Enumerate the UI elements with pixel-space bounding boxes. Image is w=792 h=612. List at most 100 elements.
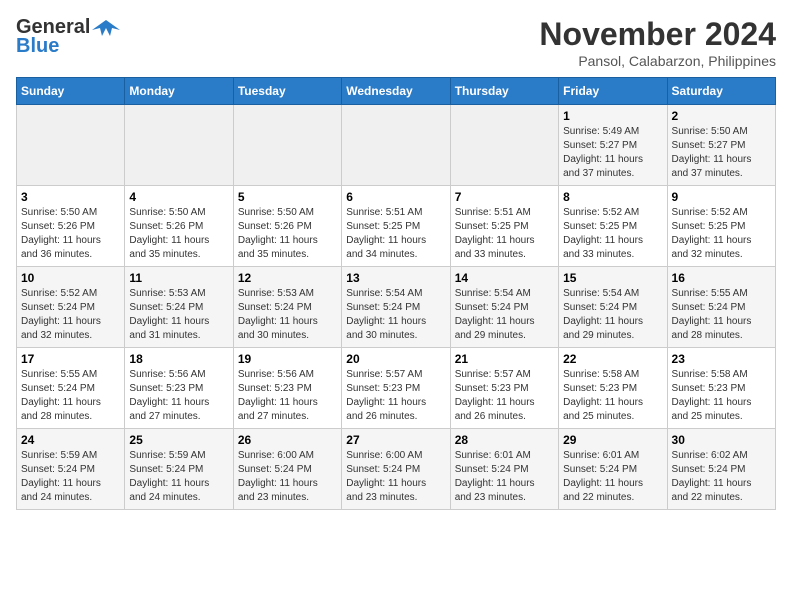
day-info: Sunrise: 5:54 AM Sunset: 5:24 PM Dayligh… (346, 287, 445, 343)
day-info: Sunrise: 5:59 AM Sunset: 5:24 PM Dayligh… (129, 449, 228, 505)
calendar-week-5: 24 Sunrise: 5:59 AM Sunset: 5:24 PM Dayli… (17, 429, 776, 510)
title-block: November 2024 Pansol, Calabarzon, Philip… (539, 16, 776, 69)
calendar-cell: 28 Sunrise: 6:01 AM Sunset: 5:24 PM Dayli… (450, 429, 558, 510)
calendar-header: SundayMondayTuesdayWednesdayThursdayFrid… (17, 78, 776, 105)
day-info: Sunrise: 5:55 AM Sunset: 5:24 PM Dayligh… (672, 287, 771, 343)
day-info: Sunrise: 5:52 AM Sunset: 5:24 PM Dayligh… (21, 287, 120, 343)
day-info: Sunrise: 5:57 AM Sunset: 5:23 PM Dayligh… (455, 368, 554, 424)
day-number: 17 (21, 352, 120, 366)
calendar-cell: 6 Sunrise: 5:51 AM Sunset: 5:25 PM Daylig… (342, 186, 450, 267)
day-number: 2 (672, 109, 771, 123)
calendar-cell: 22Sunrise: 5:58 AM Sunset: 5:23 PM Dayli… (559, 348, 667, 429)
day-number: 25 (129, 433, 228, 447)
day-info: Sunrise: 5:53 AM Sunset: 5:24 PM Dayligh… (238, 287, 337, 343)
day-number: 5 (238, 190, 337, 204)
calendar-week-1: 1Sunrise: 5:49 AM Sunset: 5:27 PM Daylig… (17, 105, 776, 186)
calendar-week-3: 10 Sunrise: 5:52 AM Sunset: 5:24 PM Dayli… (17, 267, 776, 348)
calendar-cell: 2 Sunrise: 5:50 AM Sunset: 5:27 PM Daylig… (667, 105, 775, 186)
calendar-cell: 10 Sunrise: 5:52 AM Sunset: 5:24 PM Dayli… (17, 267, 125, 348)
calendar-cell: 8 Sunrise: 5:52 AM Sunset: 5:25 PM Daylig… (559, 186, 667, 267)
page-header: General Blue November 2024 Pansol, Calab… (16, 16, 776, 69)
day-info: Sunrise: 6:01 AM Sunset: 5:24 PM Dayligh… (563, 449, 662, 505)
day-info: Sunrise: 5:51 AM Sunset: 5:25 PM Dayligh… (346, 206, 445, 262)
day-info: Sunrise: 6:00 AM Sunset: 5:24 PM Dayligh… (346, 449, 445, 505)
calendar-cell: 19 Sunrise: 5:56 AM Sunset: 5:23 PM Dayli… (233, 348, 341, 429)
day-info: Sunrise: 5:49 AM Sunset: 5:27 PM Dayligh… (563, 125, 662, 181)
calendar-cell: 27 Sunrise: 6:00 AM Sunset: 5:24 PM Dayli… (342, 429, 450, 510)
calendar-cell (17, 105, 125, 186)
calendar-cell: 7Sunrise: 5:51 AM Sunset: 5:25 PM Daylig… (450, 186, 558, 267)
calendar-cell: 14Sunrise: 5:54 AM Sunset: 5:24 PM Dayli… (450, 267, 558, 348)
weekday-header-wednesday: Wednesday (342, 78, 450, 105)
day-info: Sunrise: 6:00 AM Sunset: 5:24 PM Dayligh… (238, 449, 337, 505)
calendar-cell (233, 105, 341, 186)
calendar-cell: 15 Sunrise: 5:54 AM Sunset: 5:24 PM Dayli… (559, 267, 667, 348)
day-number: 23 (672, 352, 771, 366)
day-number: 22 (563, 352, 662, 366)
logo-bird-icon (92, 18, 120, 38)
day-info: Sunrise: 6:02 AM Sunset: 5:24 PM Dayligh… (672, 449, 771, 505)
weekday-header-tuesday: Tuesday (233, 78, 341, 105)
weekday-header-sunday: Sunday (17, 78, 125, 105)
day-number: 15 (563, 271, 662, 285)
day-info: Sunrise: 5:56 AM Sunset: 5:23 PM Dayligh… (238, 368, 337, 424)
weekday-header-friday: Friday (559, 78, 667, 105)
day-info: Sunrise: 5:53 AM Sunset: 5:24 PM Dayligh… (129, 287, 228, 343)
day-number: 11 (129, 271, 228, 285)
calendar-cell: 23 Sunrise: 5:58 AM Sunset: 5:23 PM Dayli… (667, 348, 775, 429)
calendar-cell: 24 Sunrise: 5:59 AM Sunset: 5:24 PM Dayli… (17, 429, 125, 510)
day-info: Sunrise: 5:54 AM Sunset: 5:24 PM Dayligh… (563, 287, 662, 343)
weekday-header-saturday: Saturday (667, 78, 775, 105)
day-number: 18 (129, 352, 228, 366)
day-number: 20 (346, 352, 445, 366)
location: Pansol, Calabarzon, Philippines (539, 53, 776, 69)
calendar-cell: 3 Sunrise: 5:50 AM Sunset: 5:26 PM Daylig… (17, 186, 125, 267)
weekday-header-monday: Monday (125, 78, 233, 105)
day-number: 26 (238, 433, 337, 447)
calendar-cell: 20 Sunrise: 5:57 AM Sunset: 5:23 PM Dayli… (342, 348, 450, 429)
day-number: 30 (672, 433, 771, 447)
day-number: 12 (238, 271, 337, 285)
day-number: 27 (346, 433, 445, 447)
calendar-cell: 21Sunrise: 5:57 AM Sunset: 5:23 PM Dayli… (450, 348, 558, 429)
weekday-header-thursday: Thursday (450, 78, 558, 105)
day-number: 29 (563, 433, 662, 447)
day-info: Sunrise: 5:59 AM Sunset: 5:24 PM Dayligh… (21, 449, 120, 505)
calendar-cell (342, 105, 450, 186)
calendar-cell: 5 Sunrise: 5:50 AM Sunset: 5:26 PM Daylig… (233, 186, 341, 267)
day-info: Sunrise: 5:50 AM Sunset: 5:26 PM Dayligh… (21, 206, 120, 262)
calendar-cell: 13 Sunrise: 5:54 AM Sunset: 5:24 PM Dayli… (342, 267, 450, 348)
day-number: 28 (455, 433, 554, 447)
day-number: 8 (563, 190, 662, 204)
day-number: 16 (672, 271, 771, 285)
day-info: Sunrise: 5:56 AM Sunset: 5:23 PM Dayligh… (129, 368, 228, 424)
day-info: Sunrise: 5:58 AM Sunset: 5:23 PM Dayligh… (672, 368, 771, 424)
calendar-cell: 16 Sunrise: 5:55 AM Sunset: 5:24 PM Dayli… (667, 267, 775, 348)
day-info: Sunrise: 5:55 AM Sunset: 5:24 PM Dayligh… (21, 368, 120, 424)
calendar-cell (450, 105, 558, 186)
calendar-cell: 18 Sunrise: 5:56 AM Sunset: 5:23 PM Dayli… (125, 348, 233, 429)
day-number: 9 (672, 190, 771, 204)
day-number: 10 (21, 271, 120, 285)
day-number: 19 (238, 352, 337, 366)
calendar-cell: 4Sunrise: 5:50 AM Sunset: 5:26 PM Daylig… (125, 186, 233, 267)
day-info: Sunrise: 5:50 AM Sunset: 5:26 PM Dayligh… (238, 206, 337, 262)
day-info: Sunrise: 5:51 AM Sunset: 5:25 PM Dayligh… (455, 206, 554, 262)
calendar-week-2: 3 Sunrise: 5:50 AM Sunset: 5:26 PM Daylig… (17, 186, 776, 267)
day-number: 3 (21, 190, 120, 204)
day-number: 24 (21, 433, 120, 447)
day-info: Sunrise: 5:52 AM Sunset: 5:25 PM Dayligh… (672, 206, 771, 262)
day-number: 6 (346, 190, 445, 204)
calendar-cell: 30 Sunrise: 6:02 AM Sunset: 5:24 PM Dayli… (667, 429, 775, 510)
month-title: November 2024 (539, 16, 776, 53)
calendar-week-4: 17 Sunrise: 5:55 AM Sunset: 5:24 PM Dayli… (17, 348, 776, 429)
calendar-cell: 25 Sunrise: 5:59 AM Sunset: 5:24 PM Dayli… (125, 429, 233, 510)
day-number: 13 (346, 271, 445, 285)
calendar-body: 1Sunrise: 5:49 AM Sunset: 5:27 PM Daylig… (17, 105, 776, 510)
day-info: Sunrise: 6:01 AM Sunset: 5:24 PM Dayligh… (455, 449, 554, 505)
day-info: Sunrise: 5:52 AM Sunset: 5:25 PM Dayligh… (563, 206, 662, 262)
logo-blue: Blue (16, 35, 59, 58)
day-info: Sunrise: 5:50 AM Sunset: 5:27 PM Dayligh… (672, 125, 771, 181)
calendar-table: SundayMondayTuesdayWednesdayThursdayFrid… (16, 77, 776, 510)
day-info: Sunrise: 5:57 AM Sunset: 5:23 PM Dayligh… (346, 368, 445, 424)
